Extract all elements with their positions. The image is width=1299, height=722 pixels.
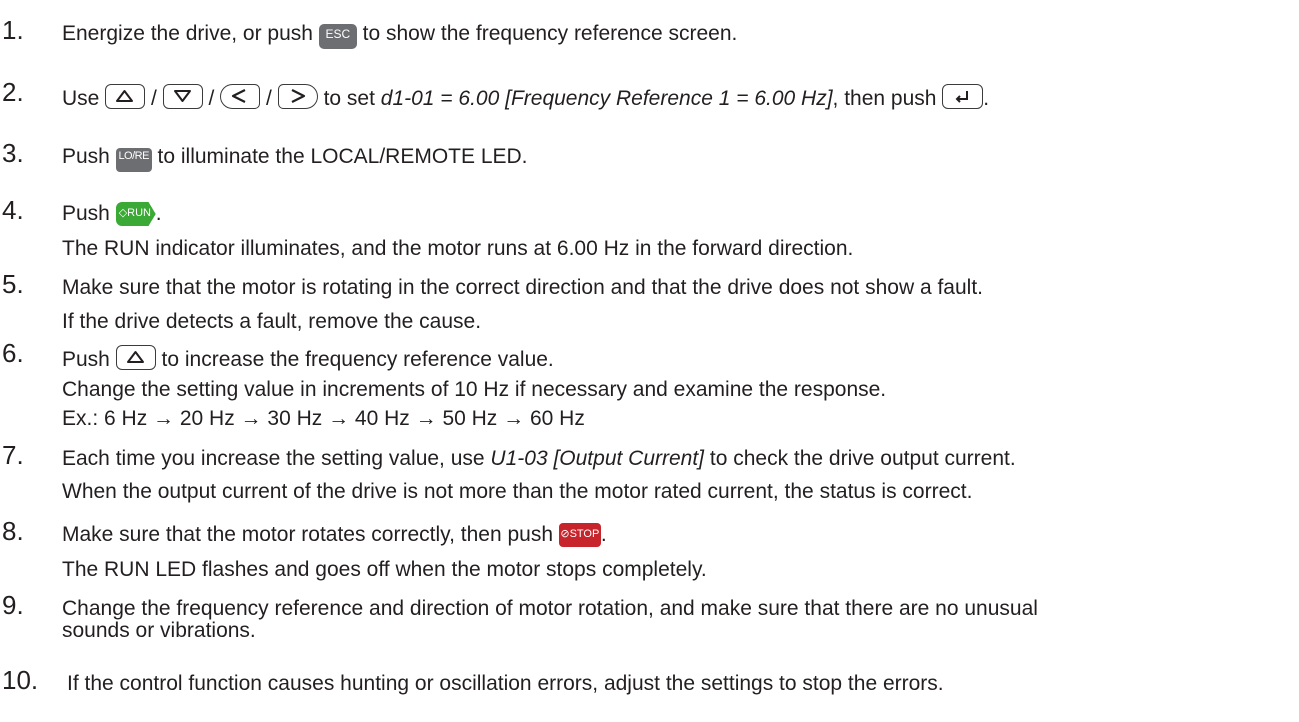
step-detail: When the output current of the drive is …	[62, 480, 973, 503]
step-text: Push to increase the frequency reference…	[62, 345, 554, 372]
step-text: Make sure that the motor is rotating in …	[62, 276, 983, 299]
step-number: 9.	[2, 590, 24, 620]
up-arrow-key-icon	[115, 345, 156, 370]
step-number: 4.	[2, 195, 24, 225]
step-detail: The RUN indicator illuminates, and the m…	[62, 237, 854, 260]
step-number: 5.	[2, 269, 24, 299]
parameter-reference: U1-03 [Output Current]	[490, 447, 705, 470]
step-text: Make sure that the motor rotates correct…	[62, 523, 607, 547]
stop-key-icon: ⊘STOP	[558, 523, 601, 547]
step-text: Push LO/RE to illuminate the LOCAL/REMOT…	[62, 145, 528, 172]
step-number: 10.	[2, 665, 39, 695]
up-arrow-key-icon	[105, 84, 146, 109]
step-detail: sounds or vibrations.	[62, 619, 256, 642]
step-text: Use / / / to set d1-01 = 6.00 [Frequency…	[62, 84, 989, 111]
left-arrow-key-icon	[220, 84, 261, 109]
down-arrow-key-icon	[162, 84, 203, 109]
step-detail: If the drive detects a fault, remove the…	[62, 310, 482, 333]
step-text: Change the frequency reference and direc…	[62, 597, 1038, 620]
parameter-reference: d1-01 = 6.00 [Frequency Reference 1 = 6.…	[380, 87, 833, 110]
run-key-icon: ◇RUN	[115, 202, 156, 226]
step-text: Energize the drive, or push ESC to show …	[62, 22, 737, 49]
step-number: 6.	[2, 338, 24, 368]
step-number: 8.	[2, 516, 24, 546]
step-text: Push ◇RUN.	[62, 202, 162, 226]
step-number: 3.	[2, 138, 24, 168]
step-text: Each time you increase the setting value…	[62, 447, 1016, 470]
step-example: Ex.: 6 Hz → 20 Hz → 30 Hz → 40 Hz → 50 H…	[62, 407, 585, 430]
step-number: 1.	[2, 15, 24, 45]
step-detail: Change the setting value in increments o…	[62, 378, 887, 401]
step-detail: The RUN LED flashes and goes off when th…	[62, 558, 707, 581]
step-number: 2.	[2, 77, 24, 107]
enter-key-icon	[942, 84, 984, 109]
esc-key-icon: ESC	[318, 24, 357, 49]
step-number: 7.	[2, 440, 24, 470]
right-arrow-key-icon	[277, 84, 318, 109]
step-text: If the control function causes hunting o…	[67, 672, 944, 695]
lo-re-key-icon: LO/RE	[115, 148, 152, 172]
